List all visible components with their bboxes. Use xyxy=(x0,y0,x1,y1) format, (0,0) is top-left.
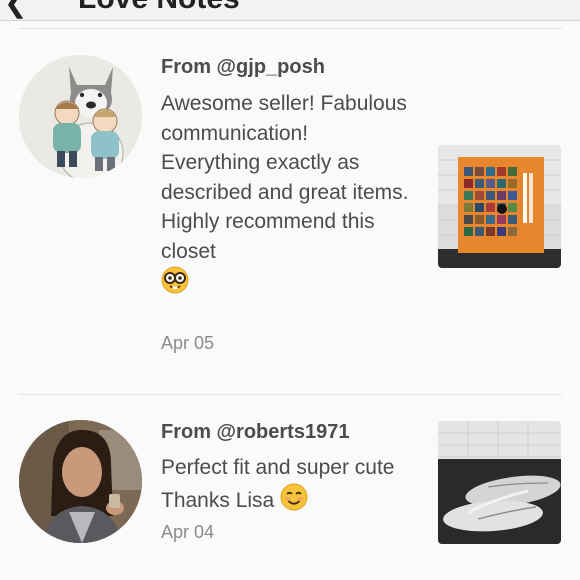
review-from[interactable]: From @roberts1971 xyxy=(161,421,349,444)
tourist-icon-book-photo-icon xyxy=(438,145,561,268)
reviewer-avatar[interactable] xyxy=(19,420,142,543)
review-text: Perfect fit and super cute Thanks Lisa xyxy=(161,453,411,519)
divider-between-reviews xyxy=(18,394,562,395)
nerd-face-emoji-icon xyxy=(161,266,189,303)
review-item-thumbnail[interactable] xyxy=(438,145,561,268)
love-notes-screen: ❮ Love Notes xyxy=(0,0,580,580)
review-date: Apr 04 xyxy=(161,522,215,542)
american-eagle-flip-flops-photo-icon xyxy=(438,421,561,544)
back-arrow-icon[interactable]: ❮ xyxy=(4,0,27,19)
husky-with-kids-avatar-icon xyxy=(19,55,142,178)
review-item-thumbnail[interactable] xyxy=(438,421,561,544)
review-from[interactable]: From @gjp_posh xyxy=(161,56,325,79)
review-text: Awesome seller! Fabulous communication! … xyxy=(161,89,411,303)
review-text-content: Awesome seller! Fabulous communication! … xyxy=(161,92,409,263)
page-title: Love Notes xyxy=(78,0,240,16)
reviewer-avatar[interactable] xyxy=(19,55,142,178)
divider-top xyxy=(18,28,562,29)
review-date: Apr 05 xyxy=(161,333,215,353)
top-nav-bar: ❮ Love Notes xyxy=(0,0,580,21)
woman-portrait-avatar-icon xyxy=(19,420,142,543)
review-text-content: Perfect fit and super cute Thanks Lisa xyxy=(161,456,395,512)
smiling-face-emoji-icon xyxy=(280,483,308,520)
